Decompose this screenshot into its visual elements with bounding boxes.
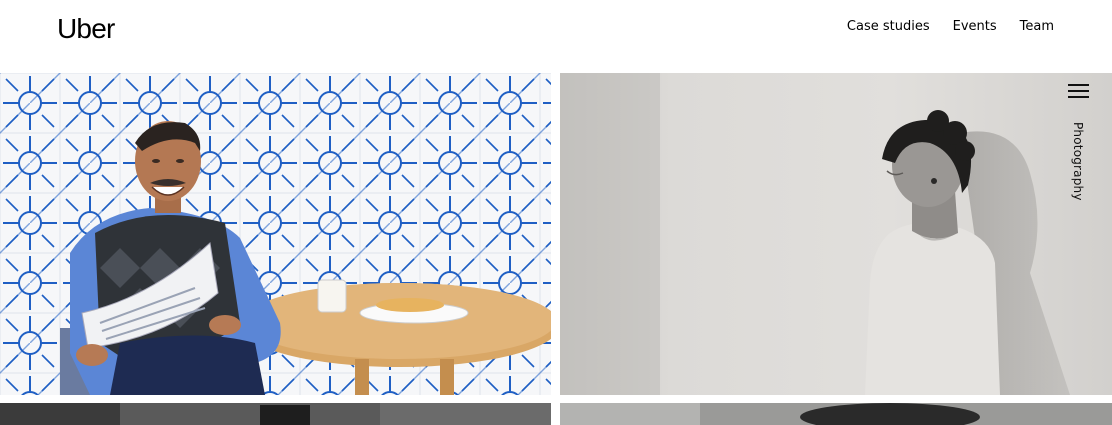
nav-team[interactable]: Team: [1020, 19, 1054, 35]
photo-partial-right: [560, 403, 1112, 425]
photo-woman-wall: [560, 73, 1112, 395]
category-label-photography: Photography: [1071, 122, 1085, 201]
photo-partial-left: [0, 403, 551, 425]
gallery-tile-partial-right[interactable]: [560, 403, 1112, 425]
uber-logo[interactable]: Uber: [57, 13, 115, 45]
photo-man-cafe: [0, 73, 551, 395]
gallery-tile-partial-left[interactable]: [0, 403, 551, 425]
nav-events[interactable]: Events: [953, 19, 997, 35]
gallery-tile-man-cafe[interactable]: [0, 73, 551, 395]
site-header: Uber Case studies Events Team: [0, 0, 1112, 73]
gallery-tile-woman-wall[interactable]: [560, 73, 1112, 395]
top-nav: Case studies Events Team: [847, 19, 1054, 35]
hamburger-menu-icon[interactable]: [1068, 83, 1089, 99]
nav-case-studies[interactable]: Case studies: [847, 19, 930, 35]
